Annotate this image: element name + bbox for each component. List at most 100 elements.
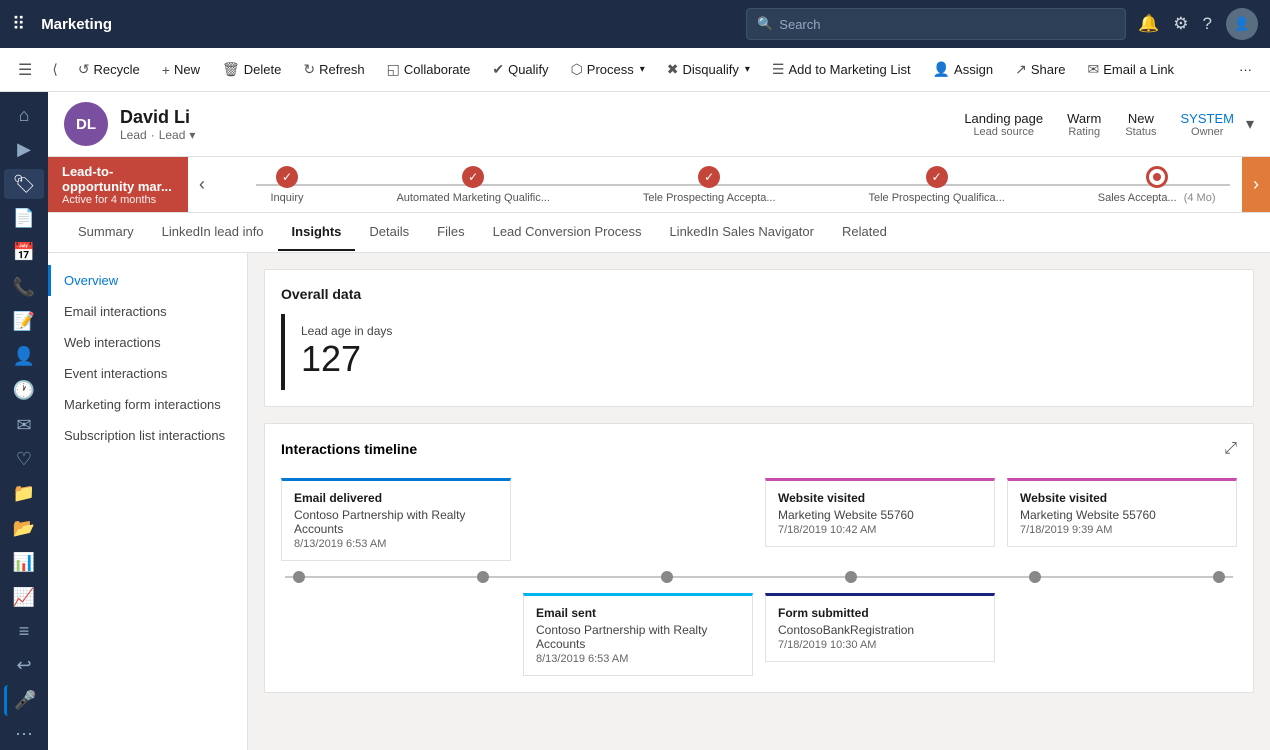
expand-button[interactable]: ▾	[1246, 114, 1254, 134]
timeline-card-email-sent: Email sent Contoso Partnership with Real…	[523, 593, 753, 676]
bell-icon[interactable]: 🔔	[1138, 14, 1159, 34]
sidebar-icon-settings[interactable]: 🎤	[4, 685, 44, 715]
step-circle-tpa: ✓	[698, 166, 720, 188]
share-icon: ↗	[1015, 61, 1027, 78]
timeline-card-form-submitted: Form submitted ContosoBankRegistration 7…	[765, 593, 995, 662]
help-icon[interactable]: ?	[1203, 14, 1212, 34]
collaborate-button[interactable]: ◱ Collaborate	[377, 55, 481, 84]
sidebar-icon-play[interactable]: ▶	[4, 134, 44, 164]
timeline-dots	[285, 571, 1233, 583]
expand-timeline-icon[interactable]: ⤢	[1224, 440, 1237, 458]
share-button[interactable]: ↗ Share	[1005, 55, 1075, 84]
stat-box-lead-age: Lead age in days 127	[281, 314, 421, 390]
stat-label: Lead age in days	[301, 324, 405, 338]
email-link-button[interactable]: ✉ Email a Link	[1078, 55, 1185, 84]
sidebar-icon-mail[interactable]: ✉	[4, 410, 44, 440]
sidebar-icon-phone[interactable]: 📞	[4, 272, 44, 302]
left-sidebar: ⌂ ▶ 🏷 📄 📅 📞 📝 👤 🕐 ✉ ♡ 📁 📂 📊 📈 ≡ ↩ 🎤 ⋯	[0, 92, 48, 750]
add-marketing-icon: ☰	[772, 61, 785, 78]
more-icon: ···	[1239, 62, 1252, 77]
overall-data-title: Overall data	[281, 286, 1237, 302]
left-nav-event[interactable]: Event interactions	[48, 358, 247, 389]
sidebar-icon-folder1[interactable]: 📁	[4, 479, 44, 509]
timeline-dot-2	[477, 571, 489, 583]
timeline-title: Interactions timeline	[281, 441, 417, 457]
tl-slot-above-0: Email delivered Contoso Partnership with…	[281, 478, 511, 561]
tab-insights[interactable]: Insights	[278, 214, 356, 251]
timeline-dot-1	[293, 571, 305, 583]
user-avatar[interactable]: 👤	[1226, 8, 1258, 40]
process-step-inquiry[interactable]: ✓ Inquiry	[270, 166, 303, 204]
sidebar-icon-home[interactable]: ⌂	[4, 100, 44, 130]
timeline-dot-5	[1029, 571, 1041, 583]
record-subtitle: Lead · Lead ▾	[120, 128, 952, 142]
sidebar-icon-calendar[interactable]: 📅	[4, 238, 44, 268]
left-nav-web[interactable]: Web interactions	[48, 327, 247, 358]
refresh-button[interactable]: ↻ Refresh	[293, 55, 374, 84]
left-nav-subscription[interactable]: Subscription list interactions	[48, 420, 247, 451]
process-step-tpa[interactable]: ✓ Tele Prospecting Accepta...	[643, 166, 776, 204]
sidebar-icon-bottom[interactable]: ⋯	[4, 720, 44, 750]
sidebar-icon-heart[interactable]: ♡	[4, 444, 44, 474]
timeline-dot-3	[661, 571, 673, 583]
chevron-down-icon[interactable]: ▾	[189, 128, 195, 142]
qualify-button[interactable]: ✔ Qualify	[482, 55, 558, 84]
left-nav-marketing-form[interactable]: Marketing form interactions	[48, 389, 247, 420]
tab-summary[interactable]: Summary	[64, 214, 148, 251]
hamburger-button[interactable]: ☰	[8, 54, 42, 86]
sidebar-icon-person[interactable]: 👤	[4, 341, 44, 371]
process-button[interactable]: ⬡ Process	[561, 55, 655, 84]
sidebar-icon-doc[interactable]: 📄	[4, 203, 44, 233]
sidebar-icon-notes[interactable]: 📝	[4, 307, 44, 337]
meta-owner: SYSTEM Owner	[1181, 111, 1234, 138]
add-marketing-button[interactable]: ☰ Add to Marketing List	[762, 55, 921, 84]
process-prev-button[interactable]: ‹	[188, 157, 216, 213]
collaborate-icon: ◱	[387, 61, 400, 78]
back-button[interactable]: ⟨	[44, 55, 65, 84]
recycle-button[interactable]: ↺ Recycle	[68, 55, 150, 84]
process-next-button[interactable]: ›	[1242, 157, 1270, 212]
step-label-sales: Sales Accepta... (4 Mo)	[1098, 192, 1216, 204]
delete-button[interactable]: 🗑 Delete	[212, 55, 291, 84]
disqualify-button[interactable]: ✖ Disqualify	[657, 55, 760, 84]
process-step-tpq[interactable]: ✓ Tele Prospecting Qualifica...	[868, 166, 1004, 204]
active-phase: Lead-to-opportunity mar... Active for 4 …	[48, 157, 188, 212]
timeline-card-website-visited-1: Website visited Marketing Website 55760 …	[765, 478, 995, 547]
tab-lead-conversion[interactable]: Lead Conversion Process	[479, 214, 656, 251]
meta-lead-source: Landing page Lead source	[964, 111, 1043, 138]
sidebar-icon-chart2[interactable]: 📈	[4, 582, 44, 612]
assign-button[interactable]: 👤 Assign	[923, 55, 1003, 84]
record-avatar: DL	[64, 102, 108, 146]
process-step-sales[interactable]: Sales Accepta... (4 Mo)	[1098, 166, 1216, 204]
tab-linkedin-sales[interactable]: LinkedIn Sales Navigator	[655, 214, 828, 251]
more-button[interactable]: ···	[1229, 56, 1262, 83]
main-content: Overall data Lead age in days 127 Intera…	[248, 253, 1270, 750]
process-step-amq[interactable]: ✓ Automated Marketing Qualific...	[396, 166, 549, 204]
new-button[interactable]: + New	[152, 56, 210, 84]
tab-linkedin[interactable]: LinkedIn lead info	[148, 214, 278, 251]
left-nav-email[interactable]: Email interactions	[48, 296, 247, 327]
tab-files[interactable]: Files	[423, 214, 478, 251]
gear-icon[interactable]: ⚙	[1173, 14, 1188, 34]
tl-slot-below-0	[281, 593, 511, 676]
timeline-below-row: Email sent Contoso Partnership with Real…	[281, 593, 1237, 676]
grid-icon[interactable]: ⠿	[12, 14, 25, 35]
delete-icon: 🗑	[222, 61, 240, 78]
tab-details[interactable]: Details	[355, 214, 423, 251]
timeline-card-website-visited-2: Website visited Marketing Website 55760 …	[1007, 478, 1237, 547]
search-bar[interactable]: 🔍 Search	[746, 8, 1126, 40]
tab-related[interactable]: Related	[828, 214, 901, 251]
overall-data-card: Overall data Lead age in days 127	[264, 269, 1254, 407]
sidebar-icon-folder2[interactable]: 📂	[4, 513, 44, 543]
sidebar-icon-flow[interactable]: ↩	[4, 651, 44, 681]
sidebar-icon-chart1[interactable]: 📊	[4, 547, 44, 577]
refresh-icon: ↻	[303, 61, 315, 78]
disqualify-icon: ✖	[667, 61, 679, 78]
sidebar-icon-clock[interactable]: 🕐	[4, 375, 44, 405]
sidebar-icon-list[interactable]: ≡	[4, 616, 44, 646]
assign-icon: 👤	[933, 61, 950, 78]
sidebar-icon-tag[interactable]: 🏷	[4, 169, 44, 199]
qualify-icon: ✔	[492, 61, 504, 78]
left-nav-overview[interactable]: Overview	[48, 265, 247, 296]
timeline-header: Interactions timeline ⤢	[281, 440, 1237, 458]
